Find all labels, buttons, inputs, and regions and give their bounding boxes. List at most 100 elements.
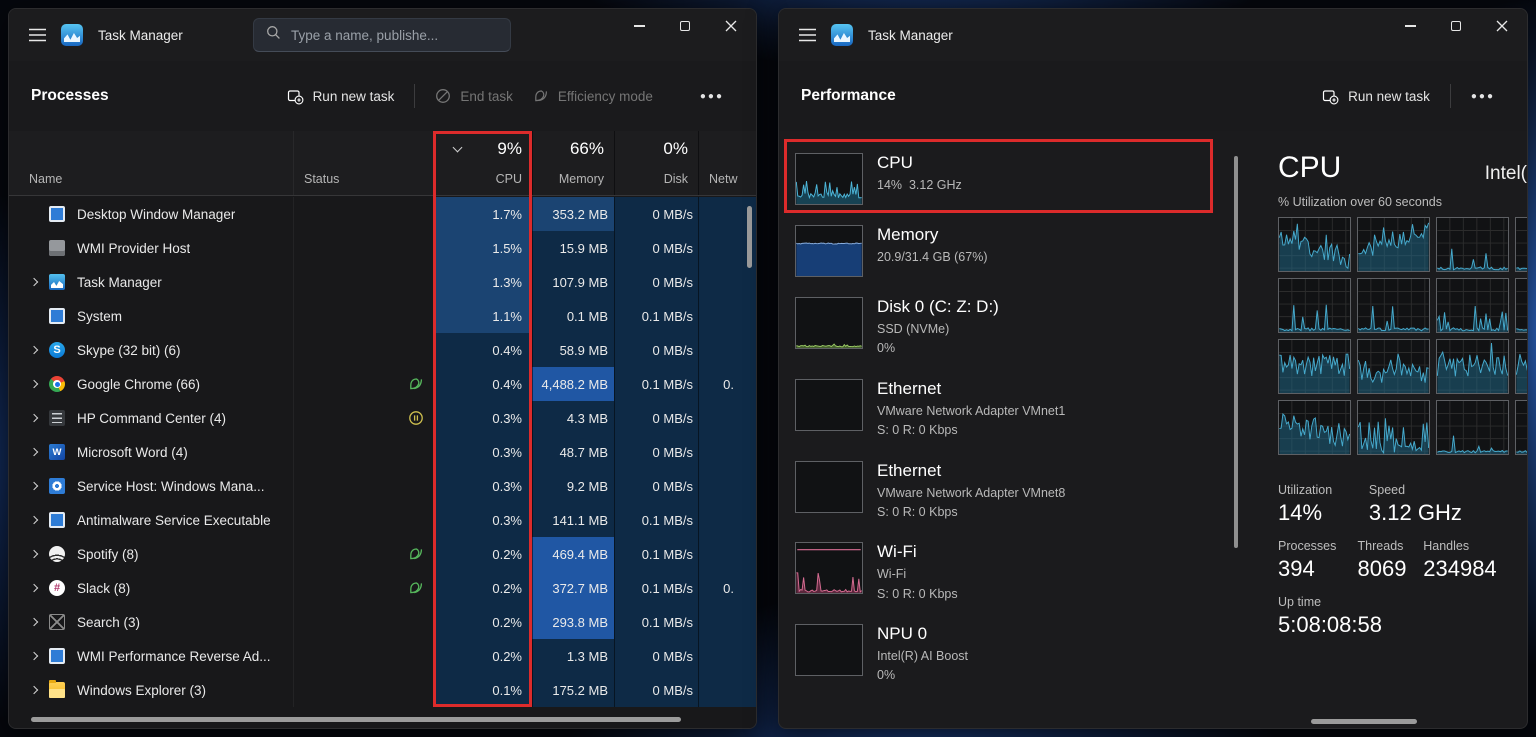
disk-value: 0 MB/s [614, 197, 698, 231]
core-utilization-graph [1357, 278, 1430, 333]
leaf-icon [535, 90, 547, 102]
perf-item-memory[interactable]: Memory 20.9/31.4 GB (67%) [795, 215, 1231, 287]
more-options-button[interactable]: ●●● [690, 83, 734, 110]
table-row[interactable]: Spotify (8) 0.2% 469.4 MB 0.1 MB/s [9, 537, 756, 571]
network-column-label: Netw [709, 172, 738, 186]
table-row[interactable]: Windows Explorer (3) 0.1% 175.2 MB 0 MB/s [9, 673, 756, 707]
stat-row: Processes 394 Threads 8069 Handles 234984 [1278, 539, 1527, 582]
status-cell [293, 537, 433, 571]
column-header-name[interactable]: Name [9, 131, 293, 195]
cpu-total-value: 9% [497, 139, 522, 158]
process-name: Desktop Window Manager [77, 206, 236, 222]
minimize-button[interactable] [1387, 9, 1433, 43]
vertical-scrollbar[interactable] [747, 206, 752, 268]
process-name: HP Command Center (4) [77, 410, 227, 426]
table-row[interactable]: Service Host: Windows Mana... 0.3% 9.2 MB 0… [9, 469, 756, 503]
close-button[interactable] [1479, 9, 1525, 43]
perf-item-ethernet[interactable]: Ethernet VMware Network Adapter VMnet8 S: … [795, 451, 1231, 533]
perf-item-ethernet[interactable]: Ethernet VMware Network Adapter VMnet1 S: … [795, 369, 1231, 451]
name-cell: Microsoft Word (4) [9, 435, 293, 469]
run-new-task-button[interactable]: Run new task [1312, 81, 1440, 112]
column-header-status[interactable]: Status [293, 131, 433, 195]
status-cell [293, 435, 433, 469]
page-title: Processes [31, 87, 109, 104]
end-task-button[interactable]: End task [425, 81, 523, 111]
run-new-task-label: Run new task [1348, 88, 1430, 104]
detail-horizontal-scrollbar[interactable] [1311, 719, 1417, 724]
stat-up-time: Up time 5:08:08:58 [1278, 595, 1527, 638]
table-row[interactable]: Microsoft Word (4) 0.3%48.7 MB0 MB/s [9, 435, 756, 469]
column-header-network[interactable]: Netw [698, 131, 756, 195]
expand-chevron-icon[interactable] [29, 345, 39, 355]
run-new-task-button[interactable]: Run new task [277, 81, 405, 112]
perf-thumbnail-graph [795, 153, 863, 205]
process-icon [49, 240, 65, 256]
horizontal-scrollbar[interactable] [31, 717, 681, 722]
memory-total-value: 66% [569, 139, 604, 158]
table-row[interactable]: System 1.1% 0.1 MB 0.1 MB/s [9, 299, 756, 333]
table-row[interactable]: WMI Provider Host 1.5% 15.9 MB 0 MB/s [9, 231, 756, 265]
maximize-button[interactable] [662, 9, 708, 43]
status-column-label: Status [304, 172, 340, 186]
expand-chevron-icon[interactable] [29, 685, 39, 695]
expand-chevron-icon[interactable] [29, 447, 39, 457]
perf-item-wi-fi[interactable]: Wi-Fi Wi-Fi S: 0 R: 0 Kbps [795, 532, 1231, 614]
minimize-button[interactable] [616, 9, 662, 43]
name-cell: Service Host: Windows Mana... [9, 469, 293, 503]
close-button[interactable] [708, 9, 754, 43]
perf-item-npu-0[interactable]: NPU 0 Intel(R) AI Boost 0% [795, 614, 1231, 696]
column-header-disk[interactable]: 0% Disk [614, 131, 698, 195]
memory-value: 0.1 MB [532, 299, 614, 333]
expand-chevron-icon[interactable] [29, 277, 39, 287]
stat-label: Utilization [1278, 483, 1333, 497]
expand-chevron-icon[interactable] [29, 651, 39, 661]
memory-value: 15.9 MB [532, 231, 614, 265]
maximize-button[interactable] [1433, 9, 1479, 43]
menu-hamburger-icon[interactable] [29, 28, 46, 42]
perf-item-title: CPU [877, 153, 913, 172]
expand-chevron-icon[interactable] [29, 515, 39, 525]
process-icon [49, 478, 65, 494]
table-row[interactable]: Task Manager 1.3% 107.9 MB 0 MB/s [9, 265, 756, 299]
table-row[interactable]: Slack (8) 0.2%372.7 MB0.1 MB/s0. [9, 571, 756, 605]
column-header-memory[interactable]: 66% Memory [532, 131, 614, 195]
expand-chevron-icon[interactable] [29, 617, 39, 627]
stat-row: Utilization 14% Speed 3.12 GHz [1278, 483, 1527, 526]
perf-thumbnail-graph [795, 297, 863, 349]
table-row[interactable]: Desktop Window Manager 1.7% 353.2 MB 0 MB/s [9, 197, 756, 231]
detail-vertical-scrollbar[interactable] [1234, 156, 1238, 548]
perf-item-text: Ethernet VMware Network Adapter VMnet8 S: … [877, 461, 1065, 523]
process-name: Antimalware Service Executable [77, 512, 271, 528]
table-row[interactable]: WMI Performance Reverse Ad... 0.2% 1.3 MB 0… [9, 639, 756, 673]
expand-chevron-icon[interactable] [29, 583, 39, 593]
menu-hamburger-icon[interactable] [799, 28, 816, 42]
search-input[interactable] [291, 27, 498, 43]
perf-item-cpu[interactable]: CPU 14% 3.12 GHz [795, 143, 1231, 215]
column-header-cpu[interactable]: 9% CPU [433, 131, 532, 195]
perf-item-text: Ethernet VMware Network Adapter VMnet1 S: … [877, 379, 1065, 441]
search-box[interactable] [253, 18, 511, 52]
disk-value: 0 MB/s [614, 401, 698, 435]
more-options-button[interactable]: ●●● [1461, 83, 1505, 110]
table-row[interactable]: Google Chrome (66) 0.4% 4,488.2 MB 0.1 MB/s… [9, 367, 756, 401]
expand-chevron-icon[interactable] [29, 413, 39, 423]
perf-item-disk-0-c-z-d-[interactable]: Disk 0 (C: Z: D:) SSD (NVMe) 0% [795, 287, 1231, 369]
table-row[interactable]: HP Command Center (4) 0.3% 4.3 MB 0 MB/s [9, 401, 756, 435]
memory-value: 293.8 MB [532, 605, 614, 639]
core-utilization-graph [1436, 217, 1509, 272]
efficiency-mode-button[interactable]: Efficiency mode [523, 81, 663, 111]
table-row[interactable]: Search (3) 0.2% 293.8 MB 0.1 MB/s [9, 605, 756, 639]
minimize-icon [1404, 25, 1416, 27]
expand-chevron-icon[interactable] [29, 379, 39, 389]
perf-item-title: Disk 0 (C: Z: D:) [877, 297, 999, 316]
table-row[interactable]: Antimalware Service Executable 0.3% 141.1 … [9, 503, 756, 537]
process-name: Skype (32 bit) (6) [77, 342, 181, 358]
task-manager-logo-icon [61, 24, 83, 46]
cpu-value: 0.3% [433, 401, 532, 435]
end-task-icon [436, 89, 451, 103]
expand-chevron-icon[interactable] [29, 549, 39, 559]
stat-row: Up time 5:08:08:58 [1278, 595, 1527, 638]
expand-chevron-icon[interactable] [29, 481, 39, 491]
detail-title: CPU [1278, 151, 1342, 184]
table-row[interactable]: Skype (32 bit) (6) 0.4%58.9 MB0 MB/s [9, 333, 756, 367]
